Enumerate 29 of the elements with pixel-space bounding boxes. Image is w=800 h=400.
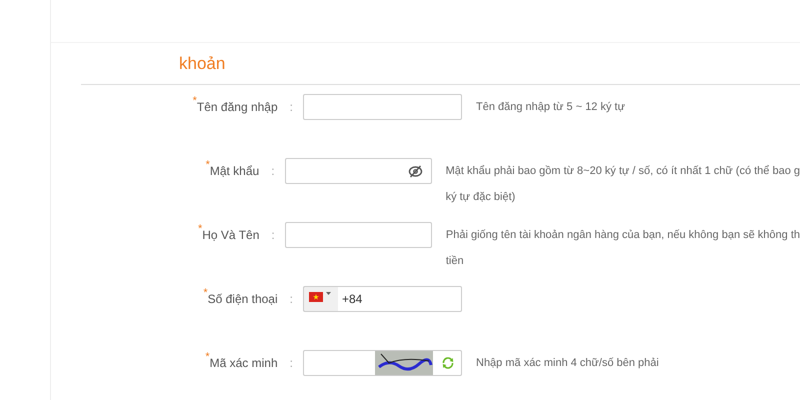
hint-text: tiền [446, 254, 465, 269]
hint-text: ký tự đặc biệt) [446, 190, 516, 205]
required-asterisk: * [192, 95, 197, 107]
input-field[interactable] [303, 94, 462, 120]
hint-text: Phải giống tên tài khoản ngân hàng của bạn, nếu không bạn sẽ không th [446, 228, 800, 243]
hint-text: Mật khẩu phải bao gồm từ 8~20 ký tự / số, có ít nhất 1 chữ (có thể bao g [446, 164, 800, 179]
required-asterisk: * [206, 159, 210, 171]
label-colon: : [290, 292, 293, 306]
hint-text: Tên đăng nhập từ 5 ~ 12 ký tự [476, 100, 625, 115]
label-colon: : [290, 100, 293, 114]
captcha-field[interactable] [303, 350, 462, 376]
field-label: Họ Và Tên [202, 228, 260, 242]
hidden-eye-icon[interactable] [408, 164, 423, 178]
required-asterisk: * [203, 287, 208, 299]
field-label: Số điện thoại [208, 292, 278, 306]
hint-text: Nhập mã xác minh 4 chữ/số bên phải [476, 356, 659, 371]
captcha-image [375, 351, 433, 375]
section-heading: khoản [179, 54, 226, 74]
field-label: Mã xác minh [210, 356, 278, 370]
required-asterisk: * [205, 351, 210, 363]
password-field[interactable] [284, 158, 432, 184]
input-field[interactable] [284, 222, 432, 248]
field-label: Mật khẩu [210, 164, 260, 178]
label-colon: : [290, 356, 293, 370]
label-colon: : [271, 228, 275, 242]
field-label: Tên đăng nhập [196, 100, 278, 114]
refresh-icon[interactable] [441, 356, 455, 370]
required-asterisk: * [198, 223, 202, 235]
label-colon: : [271, 164, 275, 178]
